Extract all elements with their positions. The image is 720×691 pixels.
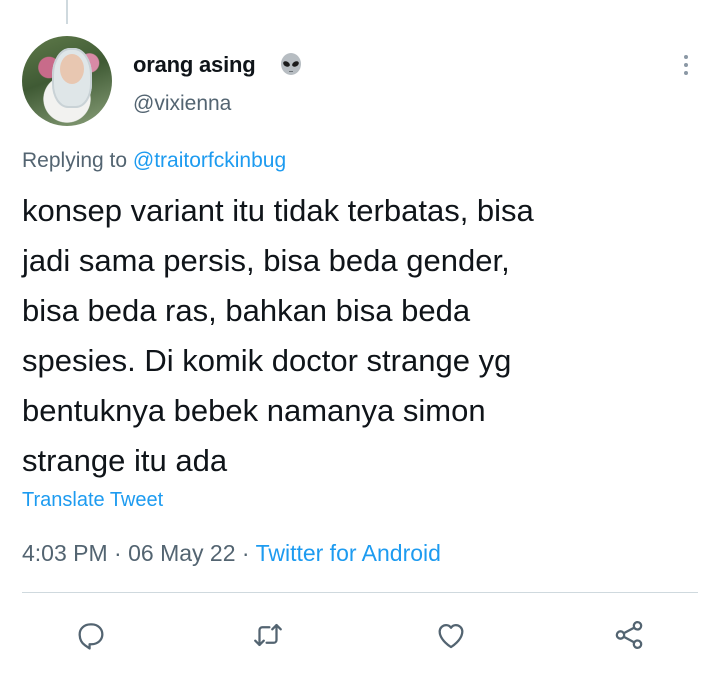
share-icon	[615, 620, 643, 650]
author-handle[interactable]: @vixienna	[133, 92, 231, 116]
tweet-source[interactable]: Twitter for Android	[256, 540, 441, 566]
author-display-name[interactable]: orang asing	[133, 52, 256, 78]
meta-separator: ·	[241, 540, 250, 566]
tweet-actions-bar	[0, 610, 720, 660]
reply-button[interactable]	[66, 610, 116, 660]
tweet-date: 06 May 22	[128, 540, 236, 566]
avatar[interactable]	[22, 36, 112, 126]
retweet-button[interactable]	[243, 610, 293, 660]
thread-connector-line	[66, 0, 68, 24]
like-button[interactable]	[426, 610, 476, 660]
retweet-icon	[254, 623, 282, 647]
tweet-metadata: 4:03 PM · 06 May 22 · Twitter for Androi…	[22, 540, 441, 567]
meta-separator: ·	[114, 540, 122, 566]
more-options-icon[interactable]	[676, 52, 696, 78]
reply-icon	[78, 623, 104, 650]
avatar-face	[60, 54, 84, 84]
replying-to-line: Replying to @traitorfckinbug	[22, 149, 286, 173]
alien-icon	[281, 53, 301, 75]
divider	[22, 592, 698, 593]
tweet-time: 4:03 PM	[22, 540, 108, 566]
share-button[interactable]	[604, 610, 654, 660]
replying-to-mention[interactable]: @traitorfckinbug	[133, 149, 286, 172]
heart-icon	[438, 623, 464, 649]
tweet-text: konsep variant itu tidak terbatas, bisa …	[22, 193, 534, 478]
replying-to-label: Replying to	[22, 149, 128, 172]
translate-tweet-link[interactable]: Translate Tweet	[22, 489, 163, 512]
